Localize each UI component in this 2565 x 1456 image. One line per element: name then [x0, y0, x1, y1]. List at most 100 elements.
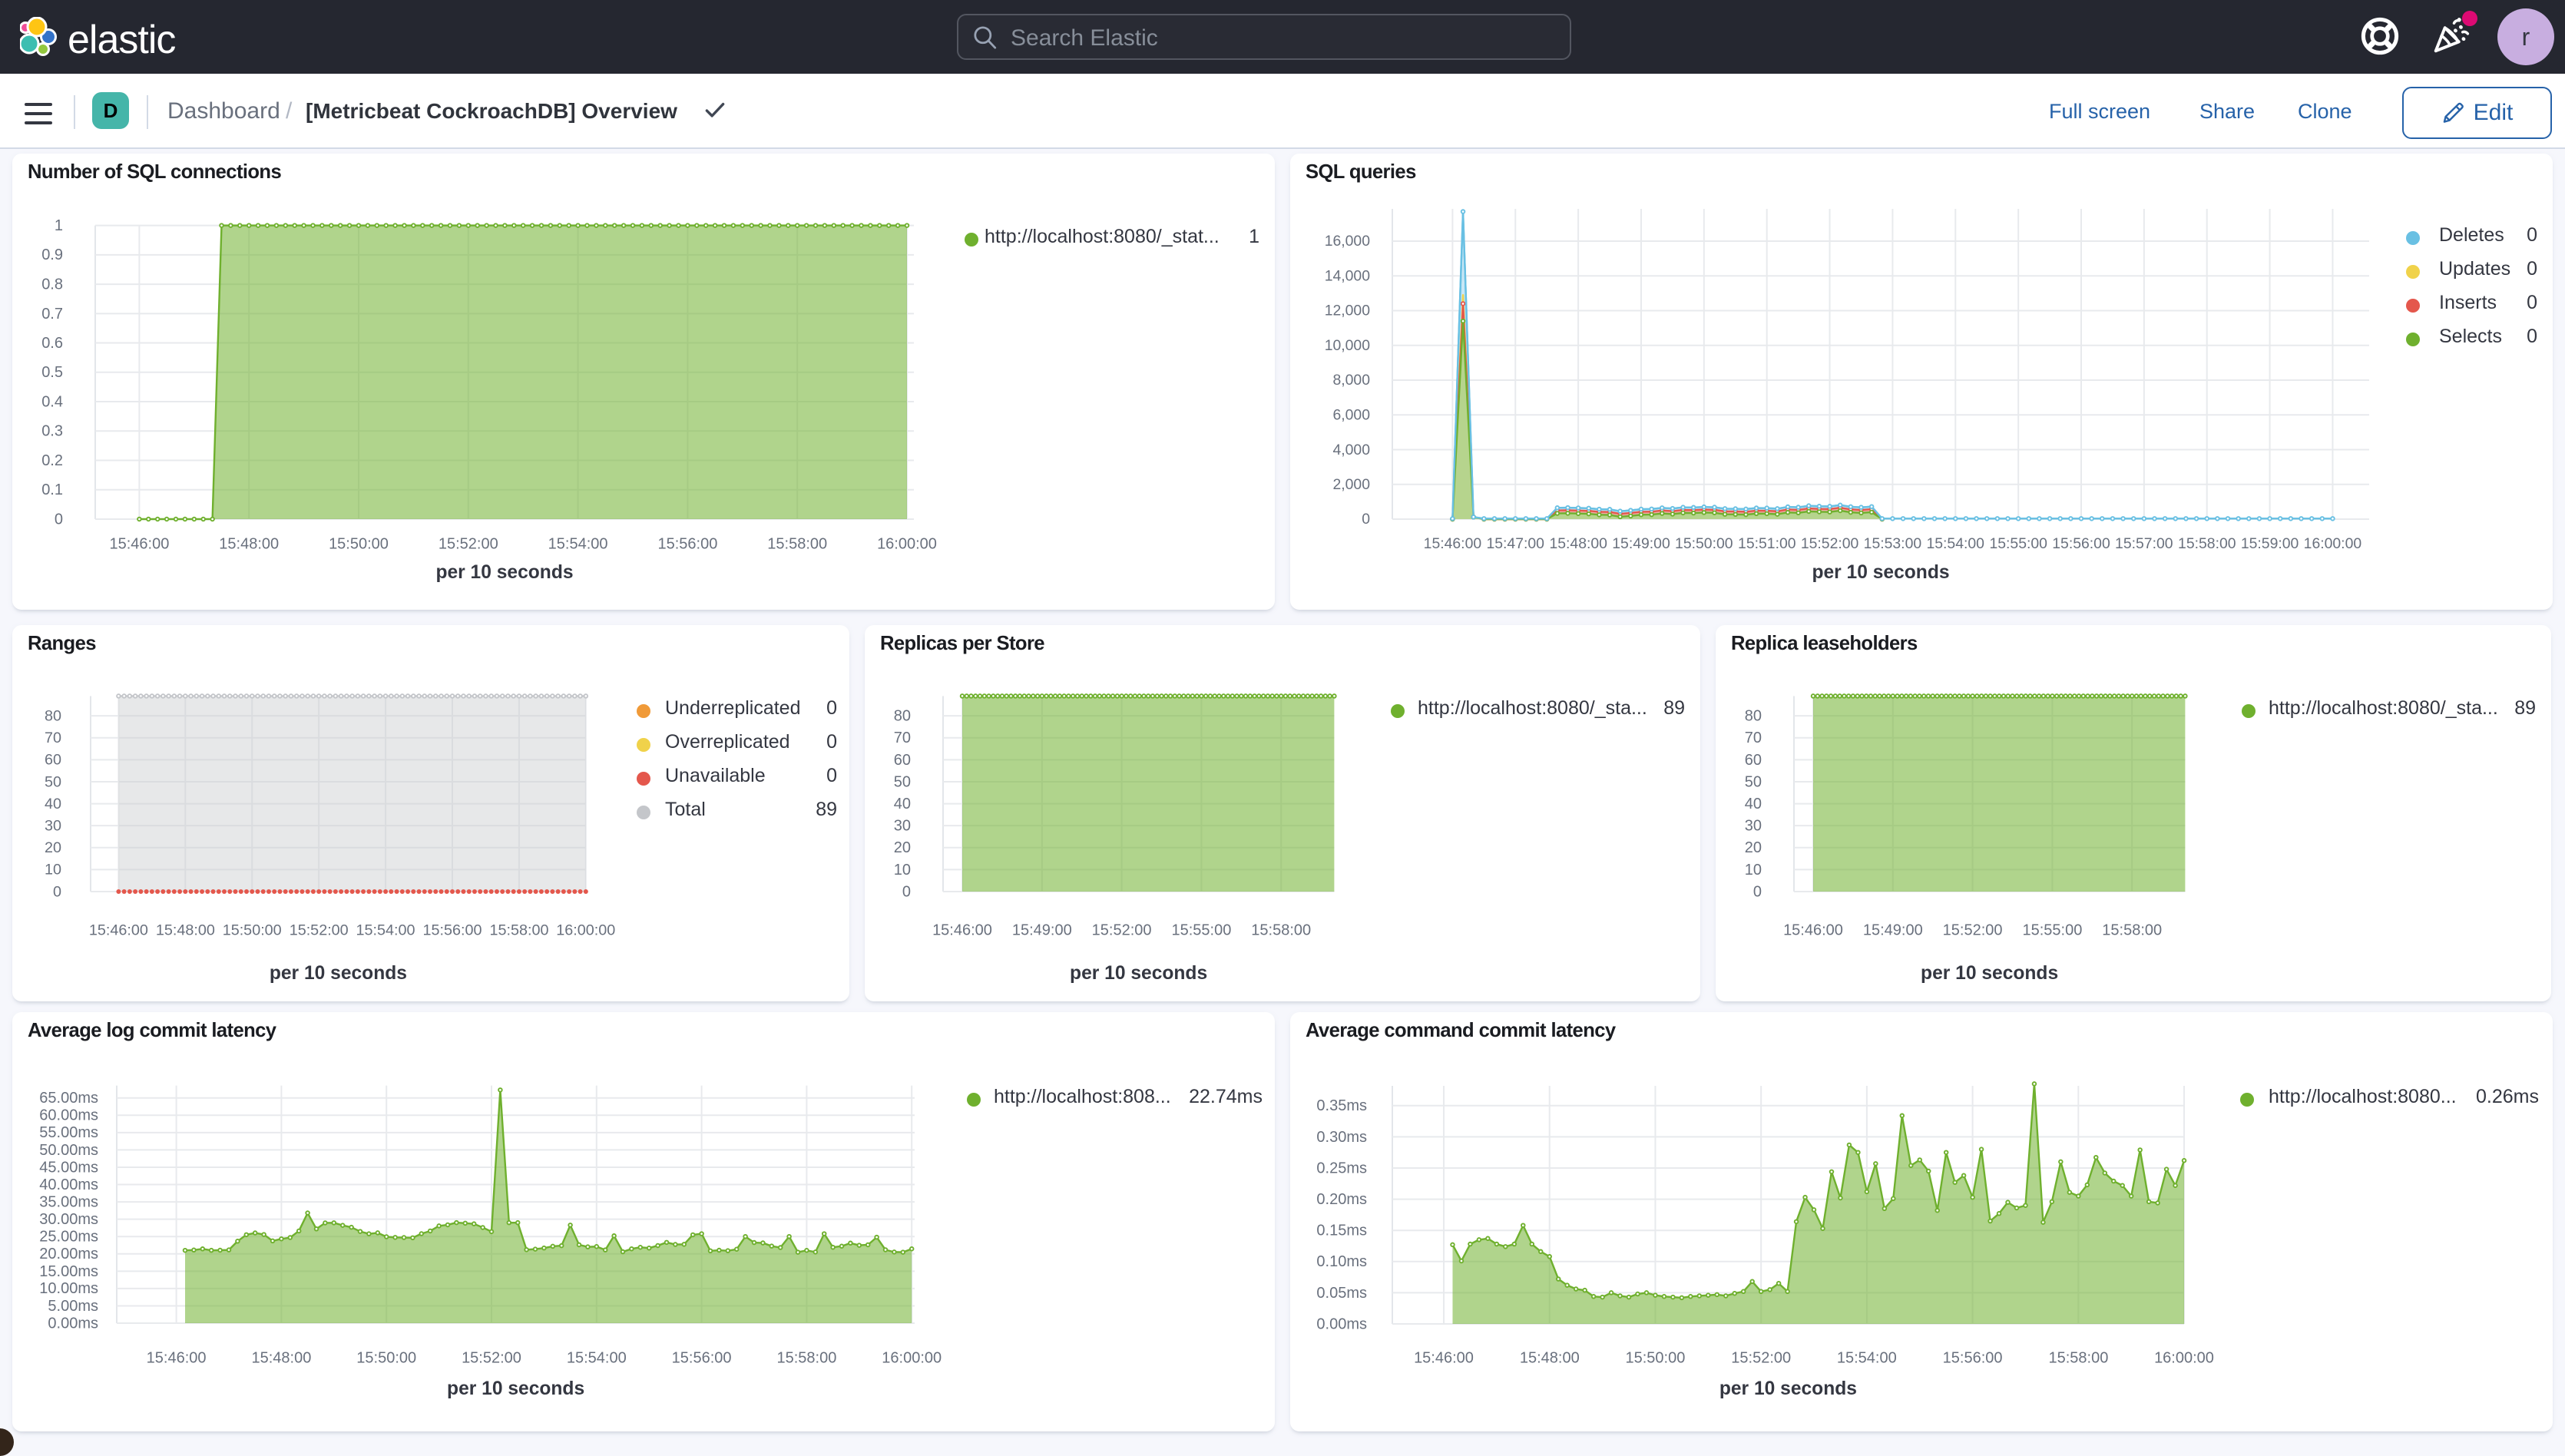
- svg-text:60: 60: [1745, 752, 1762, 769]
- svg-text:2,000: 2,000: [1332, 476, 1370, 493]
- svg-text:25.00ms: 25.00ms: [39, 1229, 98, 1246]
- svg-text:30: 30: [45, 818, 61, 835]
- svg-text:60.00ms: 60.00ms: [39, 1107, 98, 1124]
- svg-text:15:49:00: 15:49:00: [1012, 922, 1072, 938]
- svg-text:0.35ms: 0.35ms: [1316, 1097, 1367, 1114]
- svg-text:0.05ms: 0.05ms: [1316, 1285, 1367, 1302]
- svg-text:16,000: 16,000: [1325, 233, 1371, 250]
- svg-text:15:56:00: 15:56:00: [2052, 535, 2110, 552]
- svg-text:15:58:00: 15:58:00: [489, 922, 548, 938]
- svg-text:15:46:00: 15:46:00: [1424, 535, 1482, 552]
- svg-text:50: 50: [894, 773, 911, 790]
- svg-text:14,000: 14,000: [1325, 267, 1371, 284]
- svg-text:15:46:00: 15:46:00: [89, 922, 148, 938]
- svg-text:15:58:00: 15:58:00: [2178, 535, 2236, 552]
- svg-text:15:58:00: 15:58:00: [2048, 1349, 2108, 1366]
- svg-text:0: 0: [1362, 511, 1370, 528]
- svg-text:per 10 seconds: per 10 seconds: [1812, 562, 1949, 583]
- svg-text:10: 10: [1745, 862, 1762, 879]
- svg-text:6,000: 6,000: [1332, 406, 1370, 423]
- svg-text:15:58:00: 15:58:00: [776, 1349, 836, 1366]
- svg-text:40: 40: [45, 796, 61, 812]
- svg-text:0.00ms: 0.00ms: [1316, 1315, 1367, 1332]
- svg-text:per 10 seconds: per 10 seconds: [447, 1378, 584, 1399]
- svg-text:15:50:00: 15:50:00: [1675, 535, 1733, 552]
- svg-text:15:46:00: 15:46:00: [932, 922, 992, 938]
- svg-text:30: 30: [1745, 818, 1762, 835]
- svg-text:0: 0: [1753, 883, 1762, 900]
- svg-text:15:48:00: 15:48:00: [1520, 1349, 1580, 1366]
- svg-text:15:55:00: 15:55:00: [1171, 922, 1231, 938]
- svg-text:4,000: 4,000: [1332, 442, 1370, 458]
- svg-text:15:56:00: 15:56:00: [1943, 1349, 2003, 1366]
- svg-text:0.4: 0.4: [41, 393, 63, 410]
- svg-text:0.3: 0.3: [41, 423, 63, 440]
- svg-text:12,000: 12,000: [1325, 303, 1371, 319]
- svg-text:50: 50: [45, 773, 61, 790]
- svg-text:15:55:00: 15:55:00: [1989, 535, 2047, 552]
- svg-text:15:48:00: 15:48:00: [156, 922, 215, 938]
- svg-text:15:48:00: 15:48:00: [219, 535, 279, 552]
- svg-text:0.9: 0.9: [41, 247, 63, 263]
- svg-text:40.00ms: 40.00ms: [39, 1176, 98, 1193]
- svg-text:20: 20: [894, 839, 911, 856]
- svg-text:15:58:00: 15:58:00: [2102, 922, 2162, 938]
- svg-text:0.15ms: 0.15ms: [1316, 1223, 1367, 1239]
- svg-text:16:00:00: 16:00:00: [2154, 1349, 2214, 1366]
- svg-text:40: 40: [1745, 796, 1762, 812]
- svg-text:70: 70: [45, 730, 61, 746]
- svg-text:80: 80: [894, 708, 911, 725]
- svg-text:15:57:00: 15:57:00: [2115, 535, 2173, 552]
- svg-text:per 10 seconds: per 10 seconds: [270, 963, 407, 984]
- svg-text:15:52:00: 15:52:00: [290, 922, 349, 938]
- svg-text:0.25ms: 0.25ms: [1316, 1160, 1367, 1176]
- svg-text:0: 0: [55, 511, 63, 528]
- svg-text:55.00ms: 55.00ms: [39, 1124, 98, 1141]
- svg-text:70: 70: [1745, 730, 1762, 746]
- svg-text:15:49:00: 15:49:00: [1612, 535, 1670, 552]
- svg-text:15:48:00: 15:48:00: [1549, 535, 1607, 552]
- svg-text:16:00:00: 16:00:00: [556, 922, 615, 938]
- svg-text:0.6: 0.6: [41, 335, 63, 352]
- svg-text:15:54:00: 15:54:00: [567, 1349, 627, 1366]
- svg-text:15:54:00: 15:54:00: [1837, 1349, 1897, 1366]
- svg-text:15:54:00: 15:54:00: [1926, 535, 1984, 552]
- svg-text:15:59:00: 15:59:00: [2241, 535, 2299, 552]
- svg-text:30.00ms: 30.00ms: [39, 1211, 98, 1228]
- svg-text:50: 50: [1745, 773, 1762, 790]
- svg-text:15:52:00: 15:52:00: [1731, 1349, 1791, 1366]
- svg-text:10,000: 10,000: [1325, 337, 1371, 354]
- svg-text:15:58:00: 15:58:00: [1251, 922, 1311, 938]
- svg-text:16:00:00: 16:00:00: [877, 535, 937, 552]
- svg-text:0.7: 0.7: [41, 306, 63, 323]
- svg-text:0: 0: [902, 883, 911, 900]
- svg-text:10.00ms: 10.00ms: [39, 1280, 98, 1297]
- svg-text:60: 60: [45, 752, 61, 769]
- svg-text:80: 80: [45, 708, 61, 725]
- svg-text:15:49:00: 15:49:00: [1863, 922, 1923, 938]
- svg-text:15:52:00: 15:52:00: [1801, 535, 1859, 552]
- svg-text:0: 0: [53, 883, 61, 900]
- svg-text:15:52:00: 15:52:00: [1943, 922, 2003, 938]
- svg-text:15.00ms: 15.00ms: [39, 1263, 98, 1280]
- svg-text:per 10 seconds: per 10 seconds: [1070, 963, 1207, 984]
- svg-text:15:50:00: 15:50:00: [329, 535, 389, 552]
- svg-text:0.00ms: 0.00ms: [48, 1315, 98, 1332]
- svg-text:65.00ms: 65.00ms: [39, 1090, 98, 1107]
- svg-text:5.00ms: 5.00ms: [48, 1298, 98, 1315]
- svg-text:0.5: 0.5: [41, 364, 63, 381]
- svg-text:0.2: 0.2: [41, 452, 63, 469]
- svg-text:35.00ms: 35.00ms: [39, 1193, 98, 1210]
- svg-text:15:50:00: 15:50:00: [356, 1349, 416, 1366]
- svg-text:0.1: 0.1: [41, 481, 63, 498]
- svg-text:16:00:00: 16:00:00: [882, 1349, 942, 1366]
- svg-text:per 10 seconds: per 10 seconds: [435, 562, 573, 583]
- svg-text:20.00ms: 20.00ms: [39, 1246, 98, 1262]
- svg-text:15:48:00: 15:48:00: [251, 1349, 311, 1366]
- svg-text:10: 10: [894, 862, 911, 879]
- svg-text:per 10 seconds: per 10 seconds: [1921, 963, 2058, 984]
- svg-text:15:50:00: 15:50:00: [223, 922, 282, 938]
- svg-text:15:46:00: 15:46:00: [109, 535, 169, 552]
- svg-text:60: 60: [894, 752, 911, 769]
- svg-text:15:53:00: 15:53:00: [1864, 535, 1922, 552]
